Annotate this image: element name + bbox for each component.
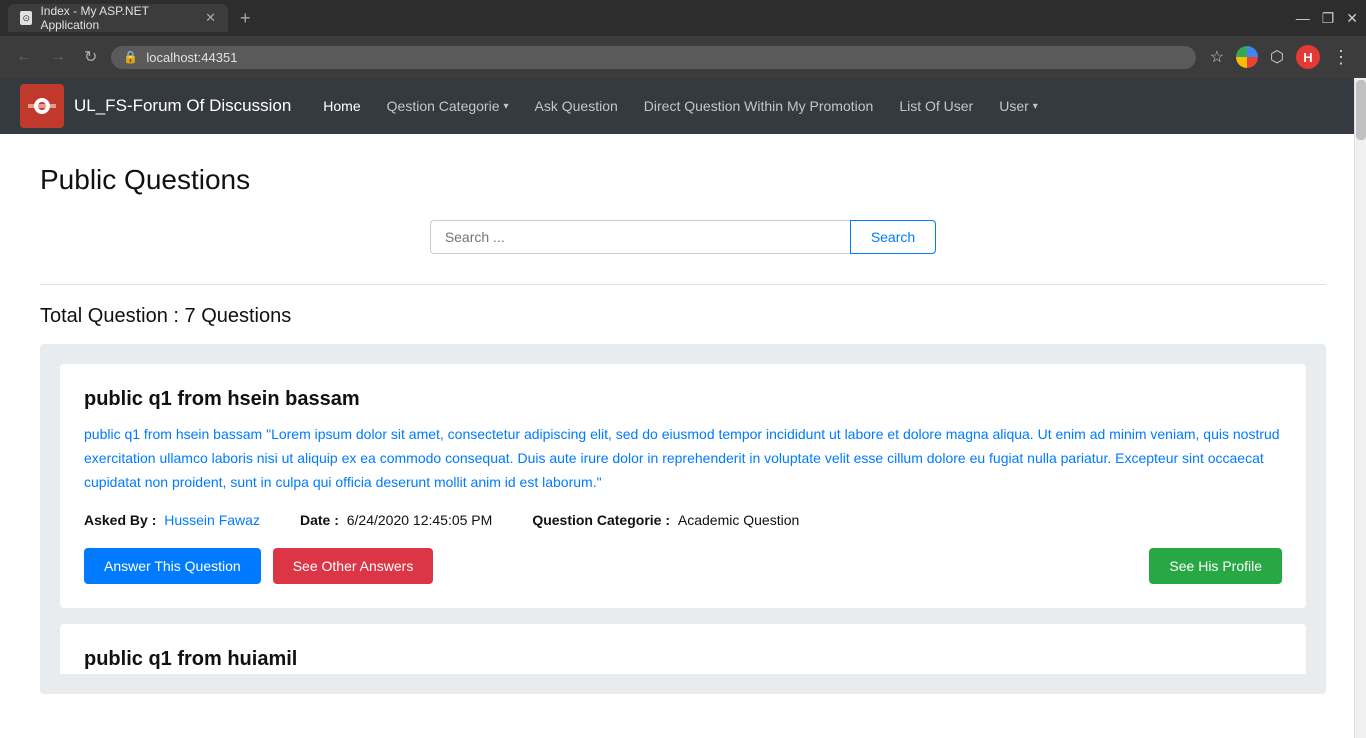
refresh-button[interactable]: ↻ [80, 43, 101, 71]
meta-date: Date : 6/24/2020 12:45:05 PM [300, 512, 492, 528]
new-tab-btn[interactable]: + [240, 8, 251, 29]
question-lorem-text: "Lorem ipsum dolor sit amet, consectetur… [84, 426, 1280, 490]
nav-home[interactable]: Home [311, 90, 372, 122]
nav-user[interactable]: User ▾ [987, 90, 1050, 122]
question-author-text: public q1 from hsein bassam [84, 426, 262, 442]
lock-icon: 🔒 [123, 50, 138, 64]
answer-this-question-button[interactable]: Answer This Question [84, 548, 261, 584]
asked-by-label: Asked By : [84, 512, 156, 528]
scrollbar[interactable] [1354, 78, 1366, 738]
browser-actions: ☆ ⬡ H ⋮ [1206, 43, 1354, 72]
nav-qestion-categorie[interactable]: Qestion Categorie ▾ [375, 90, 521, 122]
app-brand: UL_FS-Forum Of Discussion [20, 84, 291, 128]
question-actions: Answer This Question See Other Answers S… [84, 548, 1282, 584]
nav-links: Home Qestion Categorie ▾ Ask Question Di… [311, 90, 1050, 122]
close-btn[interactable]: ✕ [1346, 10, 1358, 27]
address-bar-row: ← → ↻ 🔒 localhost:44351 ☆ ⬡ H ⋮ [0, 36, 1366, 78]
google-icon[interactable] [1236, 46, 1258, 68]
category-value: Academic Question [678, 512, 799, 528]
address-text: localhost:44351 [146, 50, 237, 65]
minimize-btn[interactable]: — [1296, 10, 1310, 26]
maximize-btn[interactable]: ❐ [1322, 10, 1335, 27]
address-bar[interactable]: 🔒 localhost:44351 [111, 46, 1195, 69]
menu-btn[interactable]: ⋮ [1328, 43, 1354, 72]
main-content: Public Questions Search Total Question :… [0, 134, 1366, 738]
window-controls: — ❐ ✕ [1296, 10, 1358, 27]
question-meta: Asked By : Hussein Fawaz Date : 6/24/202… [84, 512, 1282, 528]
asked-by-value: Hussein Fawaz [164, 512, 260, 528]
tab-close-btn[interactable]: ✕ [205, 10, 216, 26]
question-body: public q1 from hsein bassam "Lorem ipsum… [84, 423, 1282, 494]
page-title: Public Questions [40, 164, 1326, 196]
meta-asked-by: Asked By : Hussein Fawaz [84, 512, 260, 528]
scrollbar-thumb[interactable] [1356, 80, 1366, 140]
forward-button[interactable]: → [46, 44, 70, 70]
question-card-partial: public q1 from huiamil [60, 624, 1306, 674]
total-questions-label: Total Question : 7 Questions [40, 305, 1326, 328]
category-label: Question Categorie : [532, 512, 670, 528]
question-card: public q1 from hsein bassam public q1 fr… [60, 364, 1306, 608]
back-button[interactable]: ← [12, 44, 36, 70]
date-value: 6/24/2020 12:45:05 PM [347, 512, 493, 528]
app-navbar: UL_FS-Forum Of Discussion Home Qestion C… [0, 78, 1366, 134]
partial-question-title: public q1 from huiamil [84, 648, 1282, 671]
profile-avatar[interactable]: H [1296, 45, 1320, 69]
star-icon[interactable]: ☆ [1206, 43, 1228, 71]
brand-name: UL_FS-Forum Of Discussion [74, 96, 291, 116]
meta-category: Question Categorie : Academic Question [532, 512, 799, 528]
questions-container: public q1 from hsein bassam public q1 fr… [40, 344, 1326, 694]
see-other-answers-button[interactable]: See Other Answers [273, 548, 434, 584]
date-label: Date : [300, 512, 339, 528]
search-input[interactable] [430, 220, 850, 254]
nav-direct-question[interactable]: Direct Question Within My Promotion [632, 90, 886, 122]
nav-ask-question[interactable]: Ask Question [523, 90, 630, 122]
brand-logo [20, 84, 64, 128]
search-bar-row: Search [40, 220, 1326, 254]
question-title: public q1 from hsein bassam [84, 388, 1282, 411]
browser-titlebar: ⊙ Index - My ASP.NET Application ✕ + — ❐… [0, 0, 1366, 36]
divider [40, 284, 1326, 285]
qestion-categorie-caret: ▾ [503, 101, 508, 112]
nav-list-of-user[interactable]: List Of User [887, 90, 985, 122]
see-his-profile-button[interactable]: See His Profile [1149, 548, 1282, 584]
extension-icon[interactable]: ⬡ [1266, 43, 1288, 71]
browser-tab[interactable]: ⊙ Index - My ASP.NET Application ✕ [8, 4, 228, 32]
user-caret: ▾ [1033, 101, 1038, 112]
search-button[interactable]: Search [850, 220, 936, 254]
tab-favicon: ⊙ [20, 11, 32, 25]
tab-title: Index - My ASP.NET Application [40, 4, 191, 32]
